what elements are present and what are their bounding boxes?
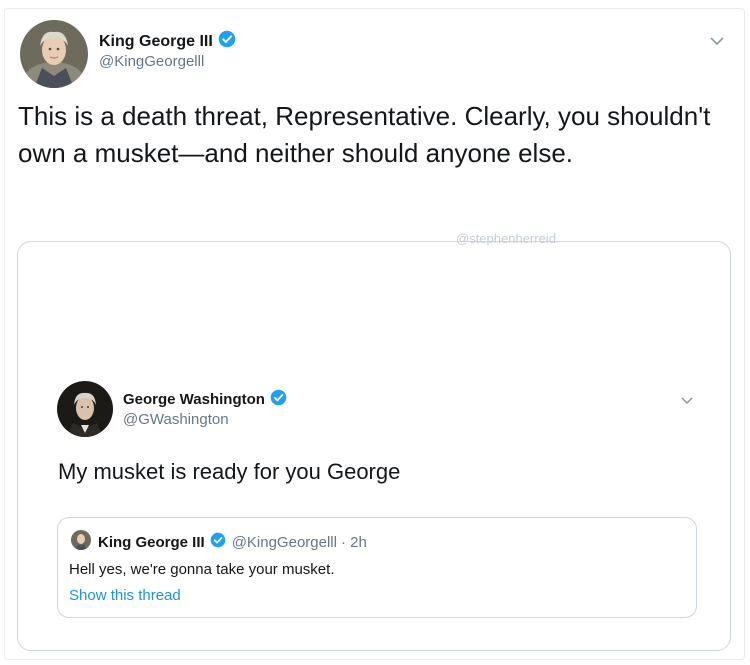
quoted-tweet-text: Hell yes, we're gonna take your musket. — [69, 561, 335, 578]
tweet-author-row: King George III — [99, 30, 236, 53]
tweet-text: This is a death threat, Representative. … — [18, 101, 711, 168]
show-thread-link[interactable]: Show this thread — [69, 587, 181, 604]
avatar-king-george[interactable] — [20, 20, 88, 88]
quoted-author-handle[interactable]: @KingGeorgelll — [232, 534, 337, 551]
tweet-author-handle[interactable]: @KingGeorgelll — [99, 53, 204, 70]
embedded-author-name[interactable]: George Washington — [123, 391, 265, 408]
tweet-author-name[interactable]: King George III — [99, 33, 213, 51]
verified-badge-icon — [210, 532, 226, 552]
avatar-george-washington[interactable] — [57, 381, 113, 437]
embedded-author-handle[interactable]: @GWashington — [123, 411, 229, 428]
verified-badge-icon — [270, 389, 287, 410]
watermark: @stephenherreid — [456, 231, 556, 246]
verified-badge-icon — [218, 30, 236, 53]
avatar-king-george[interactable] — [71, 530, 91, 550]
quoted-author-row: King George III @KingGeorgelll · 2h — [98, 532, 367, 552]
embedded-tweet-text: My musket is ready for you George — [58, 459, 401, 484]
chevron-down-icon[interactable] — [709, 33, 725, 51]
chevron-down-icon[interactable] — [680, 392, 694, 410]
embedded-author-row: George Washington — [123, 389, 287, 410]
quoted-author-name[interactable]: King George III — [98, 534, 205, 551]
quoted-timestamp[interactable]: · 2h — [341, 534, 367, 551]
